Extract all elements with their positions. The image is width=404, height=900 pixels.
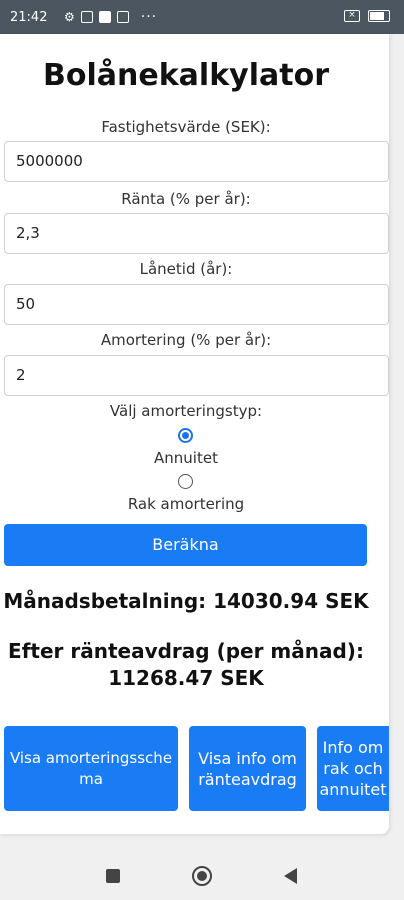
status-bar: 21:42 ⚙ ··· × [0,0,404,34]
no-sim-icon: × [344,10,360,22]
notification-icons: ⚙ ··· [64,9,157,25]
amortization-label: Amortering (% per år): [100,331,272,349]
loan-term-label: Lånetid (år): [139,260,233,278]
calculate-button[interactable]: Beräkna [4,524,367,566]
amortization-input[interactable]: 2 [4,355,389,396]
back-icon[interactable] [284,868,297,884]
navigation-bar [0,852,404,900]
property-value-input[interactable]: 5000000 [4,141,389,182]
monthly-payment-result: Månadsbetalning: 14030.94 SEK [3,589,369,613]
battery-icon [368,10,390,22]
annuity-radio[interactable] [178,428,193,443]
interest-label: Ränta (% per år): [121,190,251,208]
recent-apps-icon[interactable] [106,869,120,883]
loan-term-input[interactable]: 50 [4,284,389,325]
interest-input[interactable]: 2,3 [4,213,389,254]
straight-amortization-label: Rak amortering [127,495,245,513]
square-icon [98,11,111,23]
more-icon: ··· [140,9,158,25]
document-icon [116,11,129,23]
message-icon [80,11,93,23]
system-icons: × [344,10,390,22]
deduction-info-label: Visa info om ränteavdrag [198,748,297,789]
deduction-info-button[interactable]: Visa info om ränteavdrag [189,726,306,811]
amortization-type-label: Välj amorteringstyp: [109,402,263,420]
after-deduction-value: 11268.47 SEK [108,666,264,690]
sync-icon: ⚙ [64,10,75,24]
straight-annuity-info-button[interactable]: Info om rak och annuitet [317,726,389,811]
clock: 21:42 [10,10,48,25]
property-value-label: Fastighetsvärde (SEK): [101,118,271,136]
calculator-card: Bolånekalkylator Fastighetsvärde (SEK): … [0,34,389,834]
straight-amortization-radio[interactable] [178,474,193,489]
show-amortization-schedule-button[interactable]: Visa amorteringsschema [4,726,178,811]
page-title: Bolånekalkylator [43,58,329,93]
show-amortization-schedule-label: Visa amorteringsschema [9,748,173,788]
straight-annuity-info-label: Info om rak och annuitet [319,738,387,799]
after-deduction-label: Efter ränteavdrag (per månad): [8,639,364,663]
annuity-label: Annuitet [154,449,218,467]
home-icon[interactable] [192,866,212,886]
